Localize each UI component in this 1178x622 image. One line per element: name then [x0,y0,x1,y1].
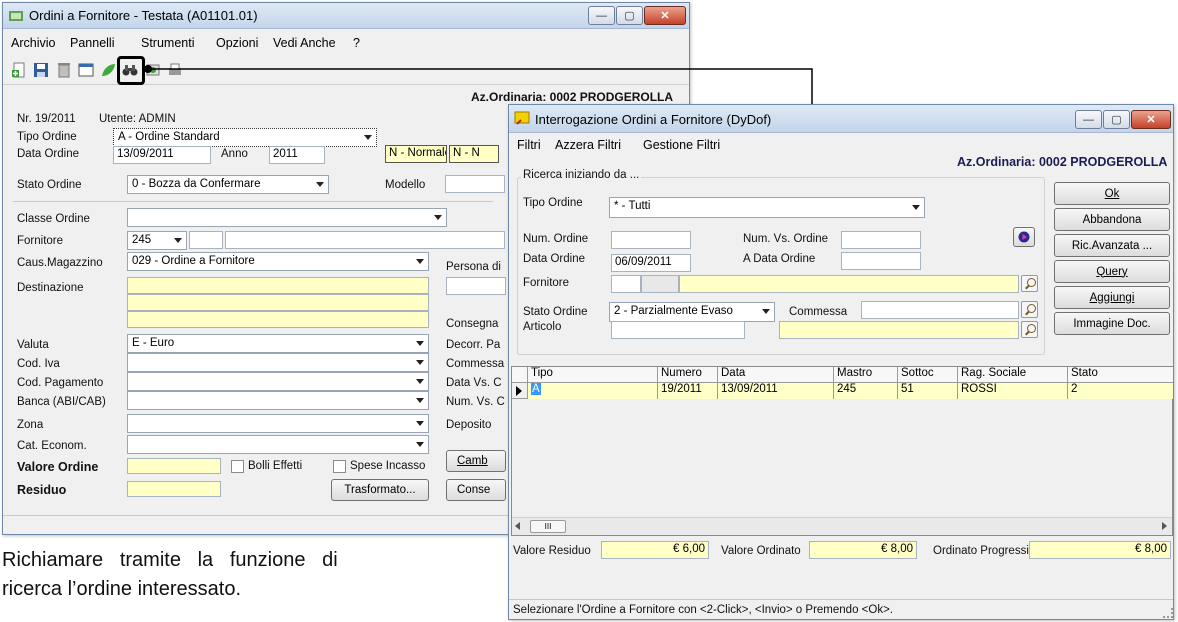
scroll-thumb[interactable]: III [530,520,566,533]
ordinato-progressivo-label: Ordinato Progressivo [933,545,1042,557]
immagine-doc-button[interactable]: Immagine Doc. [1054,312,1170,335]
table-cell[interactable]: ROSSI [958,383,1068,399]
ok-button[interactable]: Ok [1054,182,1170,205]
row-selector[interactable] [512,383,528,399]
row-pointer-icon [516,386,522,396]
fornitore-label: Fornitore [523,277,570,289]
table-cell[interactable]: 51 [898,383,958,399]
abbandona-button[interactable]: Abbandona [1054,208,1170,231]
tipo-ordine-label: Tipo Ordine [523,197,583,209]
column-header-numero[interactable]: Numero [658,367,718,383]
valore-residuo-field: € 6,00 [601,541,709,559]
fornitore-search-icon[interactable] [1021,275,1038,292]
menu-azzera-filtri[interactable]: Azzera Filtri [555,138,621,152]
maximize-button[interactable]: ▢ [1103,110,1130,129]
search-group-label: Ricerca iniziando da ... [521,169,642,181]
close-button[interactable]: ✕ [1131,110,1171,129]
aggiungi-button[interactable]: Aggiungi [1054,286,1170,309]
table-cell[interactable]: 245 [834,383,898,399]
menu-gestione-filtri[interactable]: Gestione Filtri [643,138,720,152]
menu-filtri[interactable]: Filtri [517,138,541,152]
articolo-codice-field[interactable] [611,321,745,339]
scroll-left-arrow-icon[interactable] [515,522,520,530]
resize-grip-icon[interactable] [1163,608,1173,618]
column-header-data[interactable]: Data [718,367,834,383]
fornitore-sottoconto-field[interactable] [641,275,679,293]
play-button[interactable] [1013,227,1035,247]
table-cell[interactable]: 2 [1068,383,1173,399]
arrow-right-icon [1018,231,1030,243]
a-data-ordine-field[interactable] [841,252,921,270]
commessa-label: Commessa [789,306,848,318]
num-vs-ordine-field[interactable] [841,231,921,249]
window-title: Interrogazione Ordini a Fornitore (DyDof… [535,112,772,127]
tipo-ordine-select[interactable]: * - Tutti [609,197,925,218]
table-cell[interactable]: 19/2011 [658,383,718,399]
app-icon [514,111,530,125]
chevron-down-icon [912,205,920,210]
valore-ordinato-label: Valore Ordinato [721,545,801,557]
ordinato-progressivo-field: € 8,00 [1029,541,1171,559]
column-header-mastro[interactable]: Mastro [834,367,898,383]
horizontal-scrollbar[interactable]: III [512,517,1172,535]
query-button[interactable]: Query [1054,260,1170,283]
results-grid: Tipo Numero Data Mastro Sottoc Rag. Soci… [511,366,1173,536]
row-selector-header [512,367,528,383]
table-cell[interactable]: 13/09/2011 [718,383,834,399]
fornitore-codice-field[interactable] [611,275,641,293]
status-message: Selezionare l'Ordine a Fornitore con <2-… [513,604,893,616]
menu-bar: Filtri Azzera Filtri Gestione Filtri [509,135,1173,155]
stato-ordine-select[interactable]: 2 - Parzialmente Evaso [609,302,775,322]
column-header-rag-sociale[interactable]: Rag. Sociale [958,367,1068,383]
chevron-down-icon [762,309,770,314]
status-bar: Selezionare l'Ordine a Fornitore con <2-… [509,599,1173,619]
column-header-sottoc[interactable]: Sottoc [898,367,958,383]
column-header-stato[interactable]: Stato [1068,367,1173,383]
data-ordine-label: Data Ordine [523,253,586,265]
table-cell[interactable]: A [528,383,658,399]
valore-ordinato-field: € 8,00 [809,541,917,559]
articolo-descrizione-field[interactable] [779,321,1019,339]
minimize-button[interactable]: — [1075,110,1102,129]
search-window-interrogazione: Interrogazione Ordini a Fornitore (DyDof… [508,104,1174,620]
num-vs-ordine-label: Num. Vs. Ordine [743,233,828,245]
data-ordine-field[interactable]: 06/09/2011 [611,254,691,272]
column-header-tipo[interactable]: Tipo [528,367,658,383]
ric-avanzata-button[interactable]: Ric.Avanzata ... [1054,234,1170,257]
commessa-search-icon[interactable] [1021,301,1038,318]
title-bar: Interrogazione Ordini a Fornitore (DyDof… [509,105,1173,133]
commessa-field[interactable] [861,301,1019,319]
num-ordine-label: Num. Ordine [523,233,589,245]
a-data-ordine-label: A Data Ordine [743,253,816,265]
company-label: Az.Ordinaria: 0002 PRODGEROLLA [957,155,1168,169]
fornitore-ragione-field[interactable] [679,275,1019,293]
num-ordine-field[interactable] [611,231,691,249]
scroll-right-arrow-icon[interactable] [1162,522,1167,530]
valore-residuo-label: Valore Residuo [513,545,591,557]
articolo-label: Articolo [523,321,562,333]
stato-ordine-label: Stato Ordine [523,306,588,318]
articolo-search-icon[interactable] [1021,321,1038,338]
